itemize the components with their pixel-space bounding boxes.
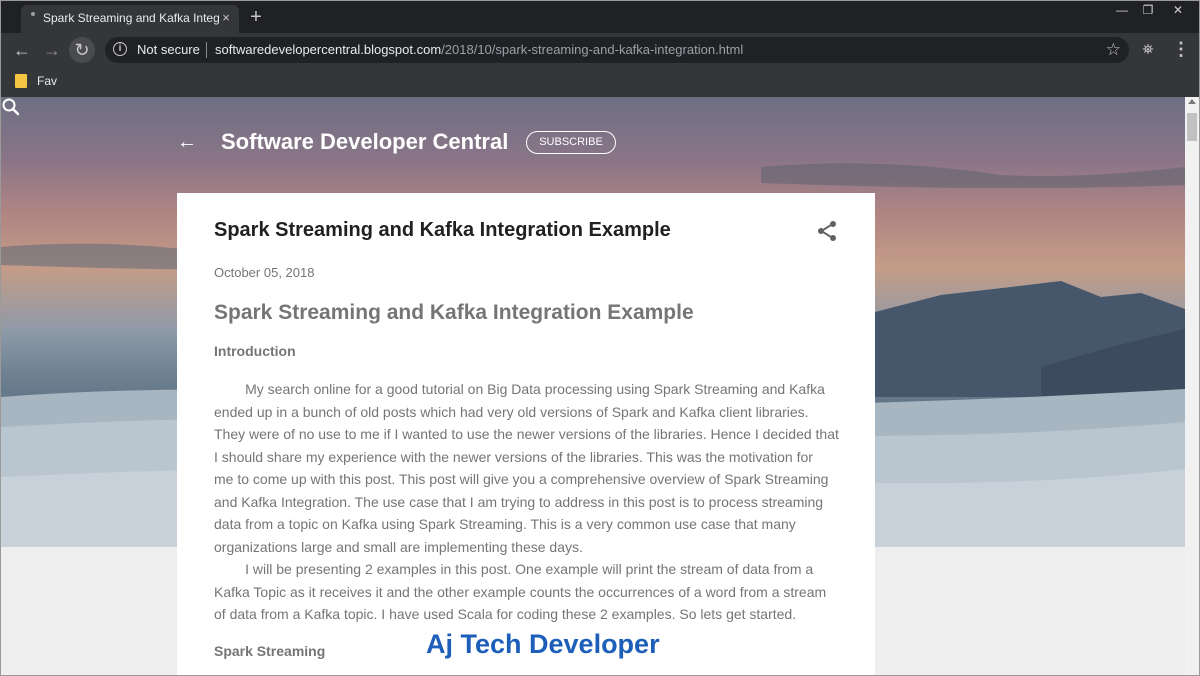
forward-arrow-icon[interactable]: →: [39, 37, 65, 63]
paragraph-line: My search online for a good tutorial on …: [214, 381, 825, 397]
close-window-button[interactable]: ✕: [1165, 1, 1191, 21]
bookmarks-bar: Fav: [1, 67, 1199, 98]
tab-strip: Spark Streaming and Kafka Integ × + — ❐ …: [1, 1, 1199, 33]
minimize-button[interactable]: —: [1109, 1, 1135, 21]
new-tab-button[interactable]: +: [246, 7, 266, 27]
paragraph-line: They were of no use to me if I wanted to…: [214, 426, 839, 442]
intro-paragraph: My search online for a good tutorial on …: [214, 378, 844, 626]
search-icon[interactable]: [1, 97, 21, 117]
url-divider: [206, 42, 207, 58]
folder-icon: [15, 74, 27, 88]
scrollbar-thumb[interactable]: [1187, 113, 1197, 141]
browser-window: Spark Streaming and Kafka Integ × + — ❐ …: [0, 0, 1200, 676]
article-heading: Spark Streaming and Kafka Integration Ex…: [214, 301, 694, 324]
paragraph-line: I should share my experience with the ne…: [214, 448, 813, 465]
tab-title: Spark Streaming and Kafka Integ: [43, 11, 220, 25]
post-card: Spark Streaming and Kafka Integration Ex…: [177, 193, 875, 675]
menu-icon[interactable]: ⋮: [1171, 37, 1191, 61]
url-path: /2018/10/spark-streaming-and-kafka-integ…: [441, 42, 744, 57]
paragraph-line: organizations large and small are implem…: [214, 538, 583, 555]
favicon-icon: [31, 12, 35, 16]
bookmark-fav[interactable]: Fav: [37, 74, 57, 88]
tab-close-icon[interactable]: ×: [217, 9, 235, 27]
share-icon[interactable]: [815, 219, 839, 243]
restore-button[interactable]: ❐: [1135, 1, 1161, 21]
info-icon[interactable]: i: [113, 42, 127, 56]
extension-icon[interactable]: ⛯: [1138, 37, 1158, 61]
introduction-heading: Introduction: [214, 343, 296, 359]
address-bar[interactable]: i Not secure softwaredevelopercentral.bl…: [105, 37, 1129, 63]
subscribe-button[interactable]: SUBSCRIBE: [526, 131, 616, 154]
watermark-text: Aj Tech Developer: [426, 629, 660, 659]
scroll-up-arrow-icon[interactable]: [1188, 99, 1196, 104]
paragraph-line: Kafka Topic as it receives it and the ot…: [214, 583, 827, 600]
page-viewport: ← Software Developer Central SUBSCRIBE S…: [1, 97, 1185, 675]
paragraph-line: data from a topic on Kafka using Spark S…: [214, 516, 796, 532]
bookmark-star-icon[interactable]: ☆: [1106, 40, 1121, 60]
post-date: October 05, 2018: [214, 265, 315, 280]
blog-title[interactable]: Software Developer Central: [221, 129, 508, 155]
post-title[interactable]: Spark Streaming and Kafka Integration Ex…: [214, 219, 671, 242]
back-arrow-icon[interactable]: ←: [177, 131, 197, 154]
page-scrollbar[interactable]: [1185, 97, 1199, 675]
security-label[interactable]: Not secure: [137, 42, 200, 57]
browser-toolbar: ← → ↻ i Not secure softwaredevelopercent…: [1, 33, 1199, 67]
spark-streaming-heading: Spark Streaming: [214, 643, 326, 659]
reload-icon[interactable]: ↻: [69, 37, 95, 63]
paragraph-line: ended up in a bunch of old posts which h…: [214, 403, 809, 420]
url-text[interactable]: softwaredevelopercentral.blogspot.com/20…: [215, 42, 743, 57]
browser-tab[interactable]: Spark Streaming and Kafka Integ ×: [21, 5, 239, 33]
back-arrow-icon[interactable]: ←: [9, 37, 35, 63]
paragraph-line: of data from a Kafka topic. I have used …: [214, 606, 797, 622]
paragraph-line: I will be presenting 2 examples in this …: [214, 561, 814, 577]
paragraph-line: me to come up with this post. This post …: [214, 471, 829, 487]
paragraph-line: and Kafka Integration. The use case that…: [214, 493, 824, 510]
url-host: softwaredevelopercentral.blogspot.com: [215, 42, 442, 57]
